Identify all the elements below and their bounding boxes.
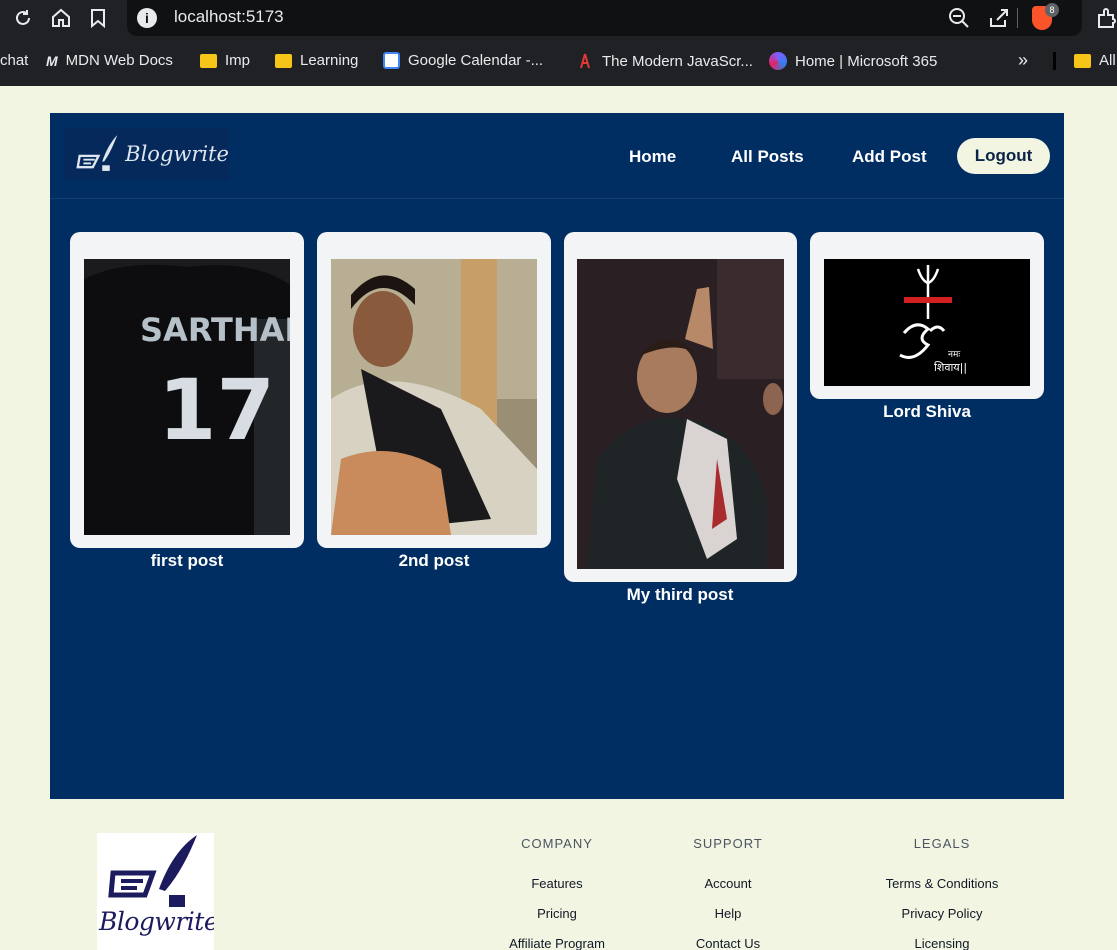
om-caption-2: शिवाय|| [934,361,967,374]
post-image [331,259,537,535]
footer-link-licensing[interactable]: Licensing [862,936,1022,950]
bookmarks-divider [1053,52,1056,70]
bookmark-label: Home | Microsoft 365 [795,52,938,70]
post-title[interactable]: first post [70,551,304,571]
tower-icon [580,53,590,69]
footer-logo[interactable]: Blogwrite [97,833,214,950]
footer-link-features[interactable]: Features [497,876,617,891]
calendar-icon [383,52,400,69]
toolbar-divider [1017,8,1018,28]
post-image: SARTHAK 17 [84,259,290,535]
bookmark-all[interactable]: All [1074,52,1116,69]
footer-link-help[interactable]: Help [668,906,788,921]
post-title[interactable]: My third post [563,585,797,605]
nav-home[interactable]: Home [629,147,676,167]
jersey-number-text: 17 [158,361,275,459]
post-title[interactable]: 2nd post [317,551,551,571]
bookmark-learning[interactable]: Learning [275,52,358,69]
post-card[interactable] [564,232,797,582]
bookmark-label: MDN Web Docs [65,52,173,69]
extensions-icon[interactable] [1096,7,1117,34]
post-card[interactable]: नमः शिवाय|| [810,232,1044,399]
nav-all-posts[interactable]: All Posts [731,147,804,167]
bookmark-imp[interactable]: Imp [200,52,250,69]
more-label: » [1018,50,1029,70]
post-title[interactable]: Lord Shiva [810,402,1044,422]
jersey-name-text: SARTHAK [140,311,290,349]
footer-heading-support: SUPPORT [693,836,763,851]
folder-icon [200,53,217,68]
nav-add-post[interactable]: Add Post [852,147,927,167]
folder-icon [275,53,292,68]
site-info-icon[interactable]: i [137,8,157,28]
logo-text: Blogwrite [125,142,229,166]
zoom-icon[interactable] [947,6,971,35]
bookmark-google-calendar[interactable]: Google Calendar -... [383,52,543,69]
bookmark-icon[interactable] [86,6,110,30]
bookmark-chat[interactable]: chat [0,52,28,69]
logout-button[interactable]: Logout [957,138,1050,174]
site-logo[interactable]: Blogwrite [64,128,229,180]
shields-count-badge: 8 [1045,3,1059,17]
bookmark-mdn[interactable]: M MDN Web Docs [46,52,173,69]
folder-icon [1074,53,1091,68]
browser-toolbar: i 8 localhost:5173 [0,0,1117,36]
om-caption-1: नमः [948,350,960,360]
quill-logo-icon [108,835,197,907]
bookmark-microsoft-365[interactable]: Home | Microsoft 365 [769,52,937,70]
mdn-icon: M [46,52,58,69]
bookmark-label: chat [0,52,29,69]
post-image: नमः शिवाय|| [824,259,1030,386]
post-card[interactable] [317,232,551,548]
footer-heading-company: COMPANY [521,836,593,851]
post-image [577,259,784,569]
footer-heading-legals: LEGALS [913,836,971,851]
footer-link-account[interactable]: Account [668,876,788,891]
footer-link-terms[interactable]: Terms & Conditions [862,876,1022,891]
footer-link-affiliate[interactable]: Affiliate Program [497,936,617,950]
share-icon[interactable] [987,6,1011,35]
footer-logo-text: Blogwrite [99,907,214,936]
bookmark-label: All [1099,52,1116,69]
reload-icon[interactable] [11,6,35,30]
home-icon[interactable] [49,6,73,30]
url-text: localhost:5173 [174,7,284,26]
site-header: Blogwrite Home All Posts Add Post Logout [50,113,1064,199]
bookmark-label: The Modern JavaScr... [602,52,753,70]
bookmark-label: Learning [300,52,359,69]
bookmark-label: Imp [225,52,251,69]
footer-link-privacy[interactable]: Privacy Policy [862,906,1022,921]
footer-link-pricing[interactable]: Pricing [497,906,617,921]
microsoft-365-icon [769,52,787,70]
more-bookmarks-chevron-icon[interactable]: » [1018,50,1028,71]
footer-link-contact[interactable]: Contact Us [668,936,788,950]
quill-logo-icon [76,135,118,171]
bookmark-label: Google Calendar -... [408,52,544,69]
bookmark-modern-javascript[interactable]: The Modern JavaScr... [576,52,753,70]
app-main: Blogwrite Home All Posts Add Post Logout… [50,113,1064,799]
post-card[interactable]: SARTHAK 17 [70,232,304,548]
